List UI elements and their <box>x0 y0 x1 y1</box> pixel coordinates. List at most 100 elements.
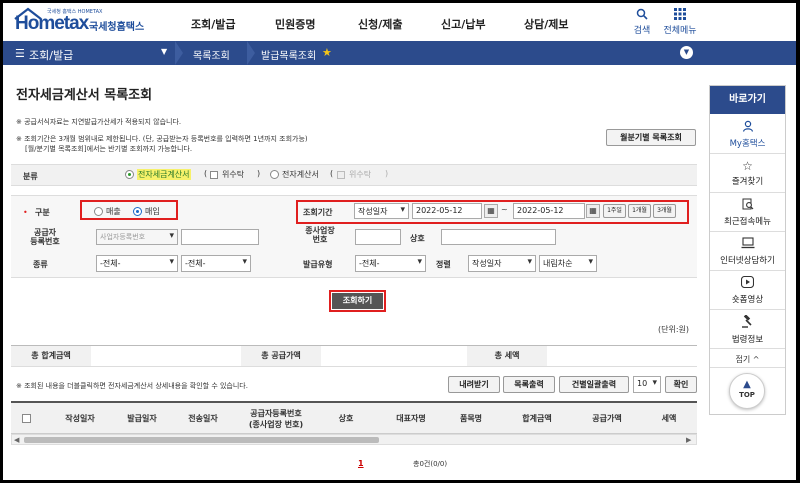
breadcrumb-level3[interactable]: 발급목록조회 <box>261 47 316 62</box>
radio-purchase-label[interactable]: 매입 <box>145 206 160 217</box>
page-title: 전자세금계산서 목록조회 <box>16 88 153 103</box>
col-representative[interactable]: 대표자명 <box>381 403 441 434</box>
sidebar-title: 바로가기 <box>710 86 785 114</box>
radio-purchase[interactable] <box>133 207 142 216</box>
kind-label: 종류 <box>33 260 48 269</box>
search-button[interactable]: 검색 <box>629 8 655 36</box>
breadcrumb-divider <box>247 41 255 65</box>
expand-icon[interactable]: ▼ <box>680 46 693 59</box>
radio-e-tax-invoice[interactable] <box>125 170 134 179</box>
full-menu-label: 전체메뉴 <box>663 26 697 36</box>
branch-label-line2: 번호 <box>312 235 328 244</box>
calendar-from-icon[interactable]: ▦ <box>484 204 498 218</box>
paren-open: ( <box>330 169 334 178</box>
hamburger-icon[interactable]: ☰ <box>15 47 25 60</box>
breadcrumb-section[interactable]: 조회/발급 <box>29 47 73 63</box>
summary-bar: 총 합계금액 총 공급가액 총 세액 <box>11 345 697 367</box>
grid-menu-icon <box>674 8 686 20</box>
quarterly-list-button[interactable]: 월분기별 목록조회 <box>606 129 696 146</box>
radio-e-invoice-label[interactable]: 전자계산서 <box>282 169 319 180</box>
paren-close: ) <box>385 169 389 178</box>
sort-order-select[interactable]: 내림차순 <box>539 255 597 272</box>
search-submit-button[interactable]: 조회하기 <box>332 293 383 309</box>
checkbox-consign-2-label[interactable]: 위수탁 <box>349 169 371 180</box>
company-name-input[interactable] <box>441 229 556 245</box>
nav-item-apply[interactable]: 신청/제출 <box>358 16 403 32</box>
sidebar-item-consult[interactable]: 인터넷상담하기 <box>710 233 785 271</box>
browser-viewport: 국세청 홈택스 HOMETAX Hometax 국세청홈택스 조회/발급 민원증… <box>3 3 796 480</box>
breadcrumb-level2[interactable]: 목록조회 <box>193 47 230 62</box>
radio-e-invoice[interactable] <box>270 170 279 179</box>
col-supply-amount[interactable]: 공급가액 <box>577 403 637 434</box>
nav-item-report[interactable]: 신고/납부 <box>441 16 486 32</box>
sidebar-item-favorites[interactable]: ☆ 즐겨찾기 <box>710 155 785 193</box>
col-total-amount[interactable]: 합계금액 <box>507 403 567 434</box>
breadcrumb: ☰ 조회/발급 ▼ 목록조회 발급목록조회 ★ ▼ <box>3 41 796 65</box>
radio-e-tax-invoice-label[interactable]: 전자세금계산서 <box>137 169 191 180</box>
company-label: 상호 <box>410 234 425 243</box>
quick-1week-button[interactable]: 1주일 <box>603 204 626 218</box>
supplier-label-line1: 공급자 <box>33 228 57 237</box>
period-basis-select[interactable]: 작성일자 <box>354 203 409 219</box>
page-number-current[interactable]: 1 <box>358 459 364 468</box>
page-size-select[interactable]: 10 <box>633 376 661 393</box>
col-tax[interactable]: 세액 <box>641 403 697 434</box>
nav-item-consult[interactable]: 상담/제보 <box>524 16 569 32</box>
checkbox-consign-1[interactable] <box>210 171 218 179</box>
nav-item-civil[interactable]: 민원증명 <box>275 16 315 32</box>
list-note: ※ 조회된 내용을 더블클릭하면 전자세금계산서 상세내용을 확인할 수 있습니… <box>16 382 248 390</box>
col-supplier-number[interactable]: 공급자등록번호 (종사업장 번호) <box>226 403 326 434</box>
kind-select-2[interactable]: -전체- <box>181 255 251 272</box>
checkbox-consign-2[interactable] <box>337 171 345 179</box>
laptop-icon <box>710 237 785 252</box>
nav-item-inquiry[interactable]: 조회/발급 <box>191 16 236 32</box>
col-issue-date[interactable]: 발급일자 <box>107 403 177 434</box>
info-note-2: ※ 조회기간은 3개월 범위내로 제한됩니다. (단, 공급받는자 등록번호를 … <box>16 135 308 143</box>
sidebar-item-shortform[interactable]: 숏폼영상 <box>710 272 785 310</box>
supplier-type-select[interactable]: 사업자등록번호 <box>96 229 178 245</box>
print-list-button[interactable]: 목록출력 <box>503 376 555 393</box>
branch-label: 종사업장 번호 <box>300 226 340 244</box>
checkbox-consign-1-label[interactable]: 위수탁 <box>222 169 244 180</box>
select-all-checkbox[interactable] <box>19 403 33 434</box>
date-from-input[interactable]: 2022-05-12 <box>412 203 482 219</box>
chevron-down-icon[interactable]: ▼ <box>161 47 167 56</box>
radio-sales[interactable] <box>94 207 103 216</box>
scroll-thumb[interactable] <box>24 437 379 443</box>
sidebar-item-myhometax[interactable]: My홈택스 <box>710 116 785 154</box>
logo-subtext[interactable]: 국세청홈택스 <box>89 18 144 33</box>
col-item-name[interactable]: 품목명 <box>441 403 501 434</box>
favorite-star-icon[interactable]: ★ <box>322 46 332 59</box>
sidebar-item-recent[interactable]: 최근접속메뉴 <box>710 194 785 232</box>
page-size-confirm-button[interactable]: 확인 <box>665 376 697 393</box>
arrow-up-icon: ▲ <box>743 379 751 390</box>
play-icon <box>710 275 785 291</box>
scroll-right-icon[interactable]: ▶ <box>686 436 691 444</box>
date-to-input[interactable]: 2022-05-12 <box>513 203 585 219</box>
quick-3month-button[interactable]: 3개월 <box>653 204 676 218</box>
radio-sales-label[interactable]: 매출 <box>106 206 121 217</box>
scroll-top-button[interactable]: ▲ TOP <box>729 373 765 409</box>
sidebar-item-law[interactable]: 법령정보 <box>710 311 785 349</box>
horizontal-scrollbar[interactable]: ◀ ▶ <box>11 434 697 445</box>
quick-1month-button[interactable]: 1개월 <box>628 204 651 218</box>
scroll-left-icon[interactable]: ◀ <box>14 436 19 444</box>
calendar-to-icon[interactable]: ▦ <box>586 204 600 218</box>
kind-select-1[interactable]: -전체- <box>96 255 178 272</box>
issue-type-select[interactable]: -전체- <box>355 255 426 272</box>
logo-text[interactable]: Hometax <box>15 13 89 35</box>
full-menu-button[interactable]: 전체메뉴 <box>660 8 700 36</box>
sidebar-collapse-button[interactable]: 접기 ^ <box>710 352 785 368</box>
col-write-date[interactable]: 작성일자 <box>45 403 115 434</box>
download-button[interactable]: 내려받기 <box>448 376 500 393</box>
supplier-number-input[interactable] <box>181 229 259 245</box>
sort-field-select[interactable]: 작성일자 <box>468 255 536 272</box>
required-mark: • <box>23 208 28 217</box>
print-batch-button[interactable]: 건별일괄출력 <box>559 376 629 393</box>
result-table-header: 작성일자 발급일자 전송일자 공급자등록번호 (종사업장 번호) 상호 대표자명… <box>11 401 697 434</box>
supplier-label-line2: 등록번호 <box>30 237 60 246</box>
sidebar-item-label: 최근접속메뉴 <box>724 217 771 227</box>
col-company[interactable]: 상호 <box>316 403 376 434</box>
star-icon: ☆ <box>742 159 753 173</box>
branch-number-input[interactable] <box>355 229 401 245</box>
